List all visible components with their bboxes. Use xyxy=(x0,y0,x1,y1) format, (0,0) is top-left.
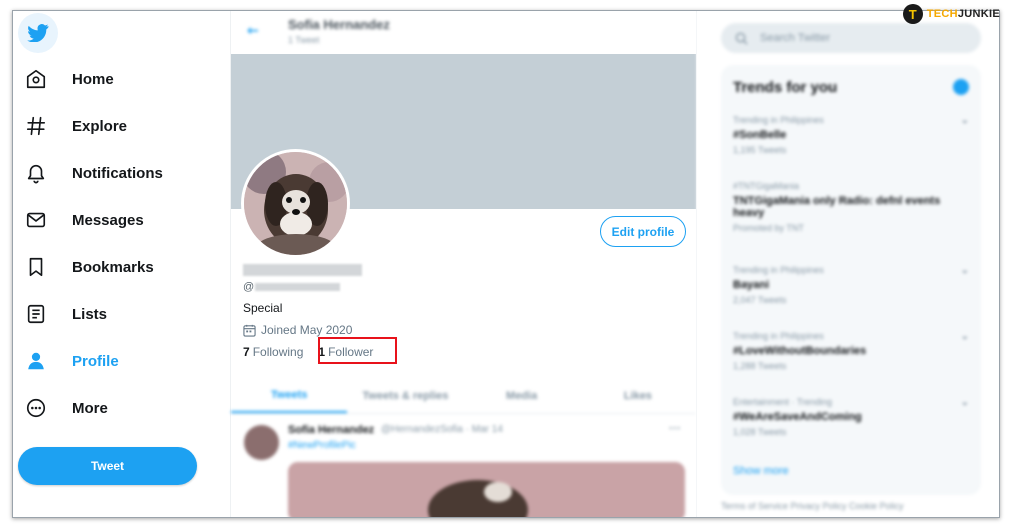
more-circle-icon xyxy=(23,395,49,421)
show-more-link[interactable]: Show more xyxy=(733,465,789,477)
back-arrow-icon[interactable]: ← xyxy=(247,23,259,39)
tab-tweets-replies[interactable]: Tweets & replies xyxy=(347,378,463,413)
sidebar-item-home[interactable]: Home xyxy=(23,61,114,97)
gear-icon[interactable] xyxy=(953,79,969,95)
envelope-icon xyxy=(23,207,49,233)
profile-avatar[interactable] xyxy=(241,149,350,258)
person-icon xyxy=(23,348,49,374)
follower-highlight-box xyxy=(318,337,397,364)
techjunkie-logo-text: TECHJUNKIE xyxy=(926,8,1000,20)
search-icon xyxy=(735,32,748,45)
hashtag-icon xyxy=(23,113,49,139)
techjunkie-logo-badge: T xyxy=(902,4,923,24)
profile-tabs: Tweets Tweets & replies Media Likes xyxy=(231,378,696,414)
sidebar-item-explore[interactable]: Explore xyxy=(23,108,127,144)
twitter-logo[interactable] xyxy=(18,13,58,53)
search-placeholder: Search Twitter xyxy=(760,32,831,44)
chevron-down-icon: ⌄ xyxy=(960,397,969,408)
trends-panel: Trends for you Trending in Philippines #… xyxy=(721,65,981,495)
tweet-author-name[interactable]: Sofia Hernandez xyxy=(288,424,374,436)
edit-profile-button[interactable]: Edit profile xyxy=(600,216,686,247)
tweet-more-icon[interactable]: ··· xyxy=(669,421,681,435)
sidebar-item-label: Bookmarks xyxy=(72,258,154,276)
sidebar-item-label: Profile xyxy=(72,352,119,370)
footer-links[interactable]: Terms of Service Privacy Policy Cookie P… xyxy=(721,501,904,511)
bell-icon xyxy=(23,160,49,186)
sidebar-item-label: Explore xyxy=(72,117,128,135)
joined-text: Joined May 2020 xyxy=(261,323,353,337)
tab-tweets[interactable]: Tweets xyxy=(231,378,348,413)
sidebar: Home Explore Notifications Messages Book xyxy=(13,11,228,517)
calendar-icon xyxy=(243,324,256,337)
handle-at-sign: @ xyxy=(243,281,255,293)
bookmark-icon xyxy=(23,254,49,280)
trend-item[interactable]: #TNTGigaMania TNTGigaMania only Radio: d… xyxy=(733,181,969,233)
chevron-down-icon: ⌄ xyxy=(960,331,969,342)
follow-stats: 7 Following 1 Follower xyxy=(243,337,397,364)
chevron-down-icon: ⌄ xyxy=(960,115,969,126)
tweet-avatar[interactable] xyxy=(244,425,279,460)
sidebar-item-label: Home xyxy=(72,70,114,88)
profile-header-name: Sofia Hernandez xyxy=(288,17,390,32)
profile-bio: Special xyxy=(243,301,283,315)
tweet-media-image[interactable] xyxy=(288,462,685,517)
profile-handle: @ xyxy=(243,280,341,294)
tweet-text[interactable]: #NewProfilePic xyxy=(288,440,356,451)
tweet-button[interactable]: Tweet xyxy=(18,447,197,485)
sidebar-item-lists[interactable]: Lists xyxy=(23,296,107,332)
profile-header-tweet-count: 1 Tweet xyxy=(288,35,320,45)
trend-item[interactable]: Trending in Philippines #SonBelle 1,195 … xyxy=(733,115,969,155)
sidebar-item-label: Notifications xyxy=(72,164,163,182)
trends-title: Trends for you xyxy=(733,79,838,96)
right-sidebar: Search Twitter Trends for you Trending i… xyxy=(697,11,999,517)
sidebar-item-bookmarks[interactable]: Bookmarks xyxy=(23,249,154,285)
sidebar-item-label: Lists xyxy=(72,305,108,323)
sidebar-item-messages[interactable]: Messages xyxy=(23,202,144,238)
dog-photo-icon xyxy=(244,152,347,255)
twitter-bird-icon xyxy=(27,24,49,42)
browser-frame: Home Explore Notifications Messages Book xyxy=(12,10,1000,518)
sidebar-item-notifications[interactable]: Notifications xyxy=(23,155,163,191)
redacted-display-name xyxy=(243,264,362,276)
techjunkie-watermark: T TECHJUNKIE xyxy=(902,4,1000,24)
trend-item[interactable]: Trending in Philippines Bayani 2,047 Twe… xyxy=(733,265,969,305)
search-bar[interactable]: Search Twitter xyxy=(721,23,981,53)
tab-media[interactable]: Media xyxy=(464,378,580,413)
profile-column: ← Sofia Hernandez 1 Tweet Edit profile @… xyxy=(230,11,697,517)
tab-likes[interactable]: Likes xyxy=(580,378,696,413)
profile-joined-date: Joined May 2020 xyxy=(243,323,352,337)
list-icon xyxy=(23,301,49,327)
trend-item[interactable]: Entertainment · Trending #WeAreSaveAndCo… xyxy=(733,397,969,437)
tweet-meta: @HernandezSofia · Mar 14 xyxy=(381,424,503,435)
sidebar-item-label: More xyxy=(72,399,108,417)
trend-item[interactable]: Trending in Philippines #LoveWithoutBoun… xyxy=(733,331,969,371)
sidebar-item-more[interactable]: More xyxy=(23,390,108,426)
home-icon xyxy=(23,66,49,92)
tweet-item[interactable]: Sofia Hernandez @HernandezSofia · Mar 14… xyxy=(231,415,696,517)
sidebar-item-label: Messages xyxy=(72,211,144,229)
following-label: Following xyxy=(252,345,304,359)
following-link[interactable]: 7 Following xyxy=(243,345,303,359)
following-count: 7 xyxy=(243,345,250,359)
profile-top-bar: ← Sofia Hernandez 1 Tweet xyxy=(231,11,696,53)
redacted-handle xyxy=(255,283,341,291)
chevron-down-icon: ⌄ xyxy=(960,265,969,276)
sidebar-item-profile[interactable]: Profile xyxy=(23,343,119,379)
